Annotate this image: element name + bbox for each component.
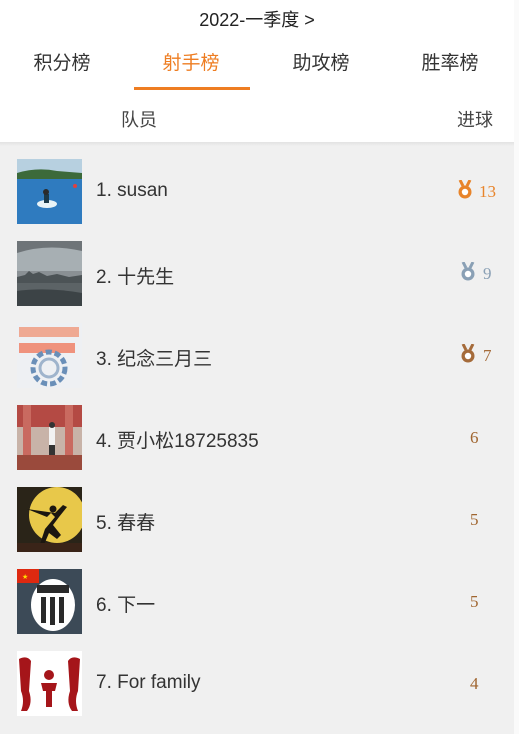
- tab-scorers[interactable]: 射手榜: [131, 48, 251, 88]
- header-divider: [0, 142, 514, 146]
- goal-count: 9: [483, 264, 492, 283]
- list-item[interactable]: 1. susan 13: [0, 150, 514, 232]
- goal-count: 7: [483, 346, 492, 365]
- player-name: 3. 纪念三月三: [96, 349, 213, 370]
- player-name: 6. 下一: [96, 595, 156, 616]
- jetski-photo-avatar: [17, 159, 82, 224]
- list-item[interactable]: 5. 春春 5: [0, 478, 514, 560]
- column-header-player: 队员: [121, 110, 157, 130]
- family-figures-photo-avatar: [17, 651, 82, 716]
- column-header-goals: 进球: [457, 110, 493, 130]
- player-name: 2. 十先生: [96, 267, 175, 288]
- silver-medal-icon: [460, 261, 476, 282]
- player-name: 1. susan: [96, 180, 168, 201]
- season-selector[interactable]: 2022-一季度 >: [0, 6, 514, 32]
- bronze-medal-icon: [460, 343, 476, 364]
- list-item[interactable]: 7. For family 4: [0, 642, 514, 724]
- goal-count: 5: [470, 592, 479, 611]
- gold-medal-icon: [457, 179, 473, 200]
- goal-count: 5: [470, 510, 479, 529]
- goal-count: 13: [479, 182, 496, 201]
- list-item[interactable]: 3. 纪念三月三 7: [0, 314, 514, 396]
- top-header: 2022-一季度 > 积分榜 射手榜 助攻榜 胜率榜 队员 进球: [0, 0, 514, 142]
- goal-count: 6: [470, 428, 479, 447]
- scroll-edge: [514, 0, 519, 734]
- list-item[interactable]: 2. 十先生 9: [0, 232, 514, 314]
- active-tab-indicator: [134, 87, 250, 90]
- list-item[interactable]: ★ 6. 下一 5: [0, 560, 514, 642]
- player-name: 7. For family: [96, 672, 201, 693]
- building-person-photo-avatar: [17, 405, 82, 470]
- kick-silhouette-photo-avatar: [17, 487, 82, 552]
- player-name: 5. 春春: [96, 513, 156, 534]
- tab-points[interactable]: 积分榜: [2, 48, 122, 88]
- juventus-flag-photo-avatar: ★: [17, 569, 82, 634]
- player-name: 4. 贾小松18725835: [96, 431, 259, 452]
- tab-assists[interactable]: 助攻榜: [261, 48, 381, 88]
- chain-text-photo-avatar: [17, 323, 82, 388]
- city-skyline-photo-avatar: [17, 241, 82, 306]
- svg-text:★: ★: [22, 573, 28, 581]
- goal-count: 4: [470, 674, 479, 693]
- tab-win-rate[interactable]: 胜率榜: [390, 48, 510, 88]
- list-item[interactable]: 4. 贾小松18725835 6: [0, 396, 514, 478]
